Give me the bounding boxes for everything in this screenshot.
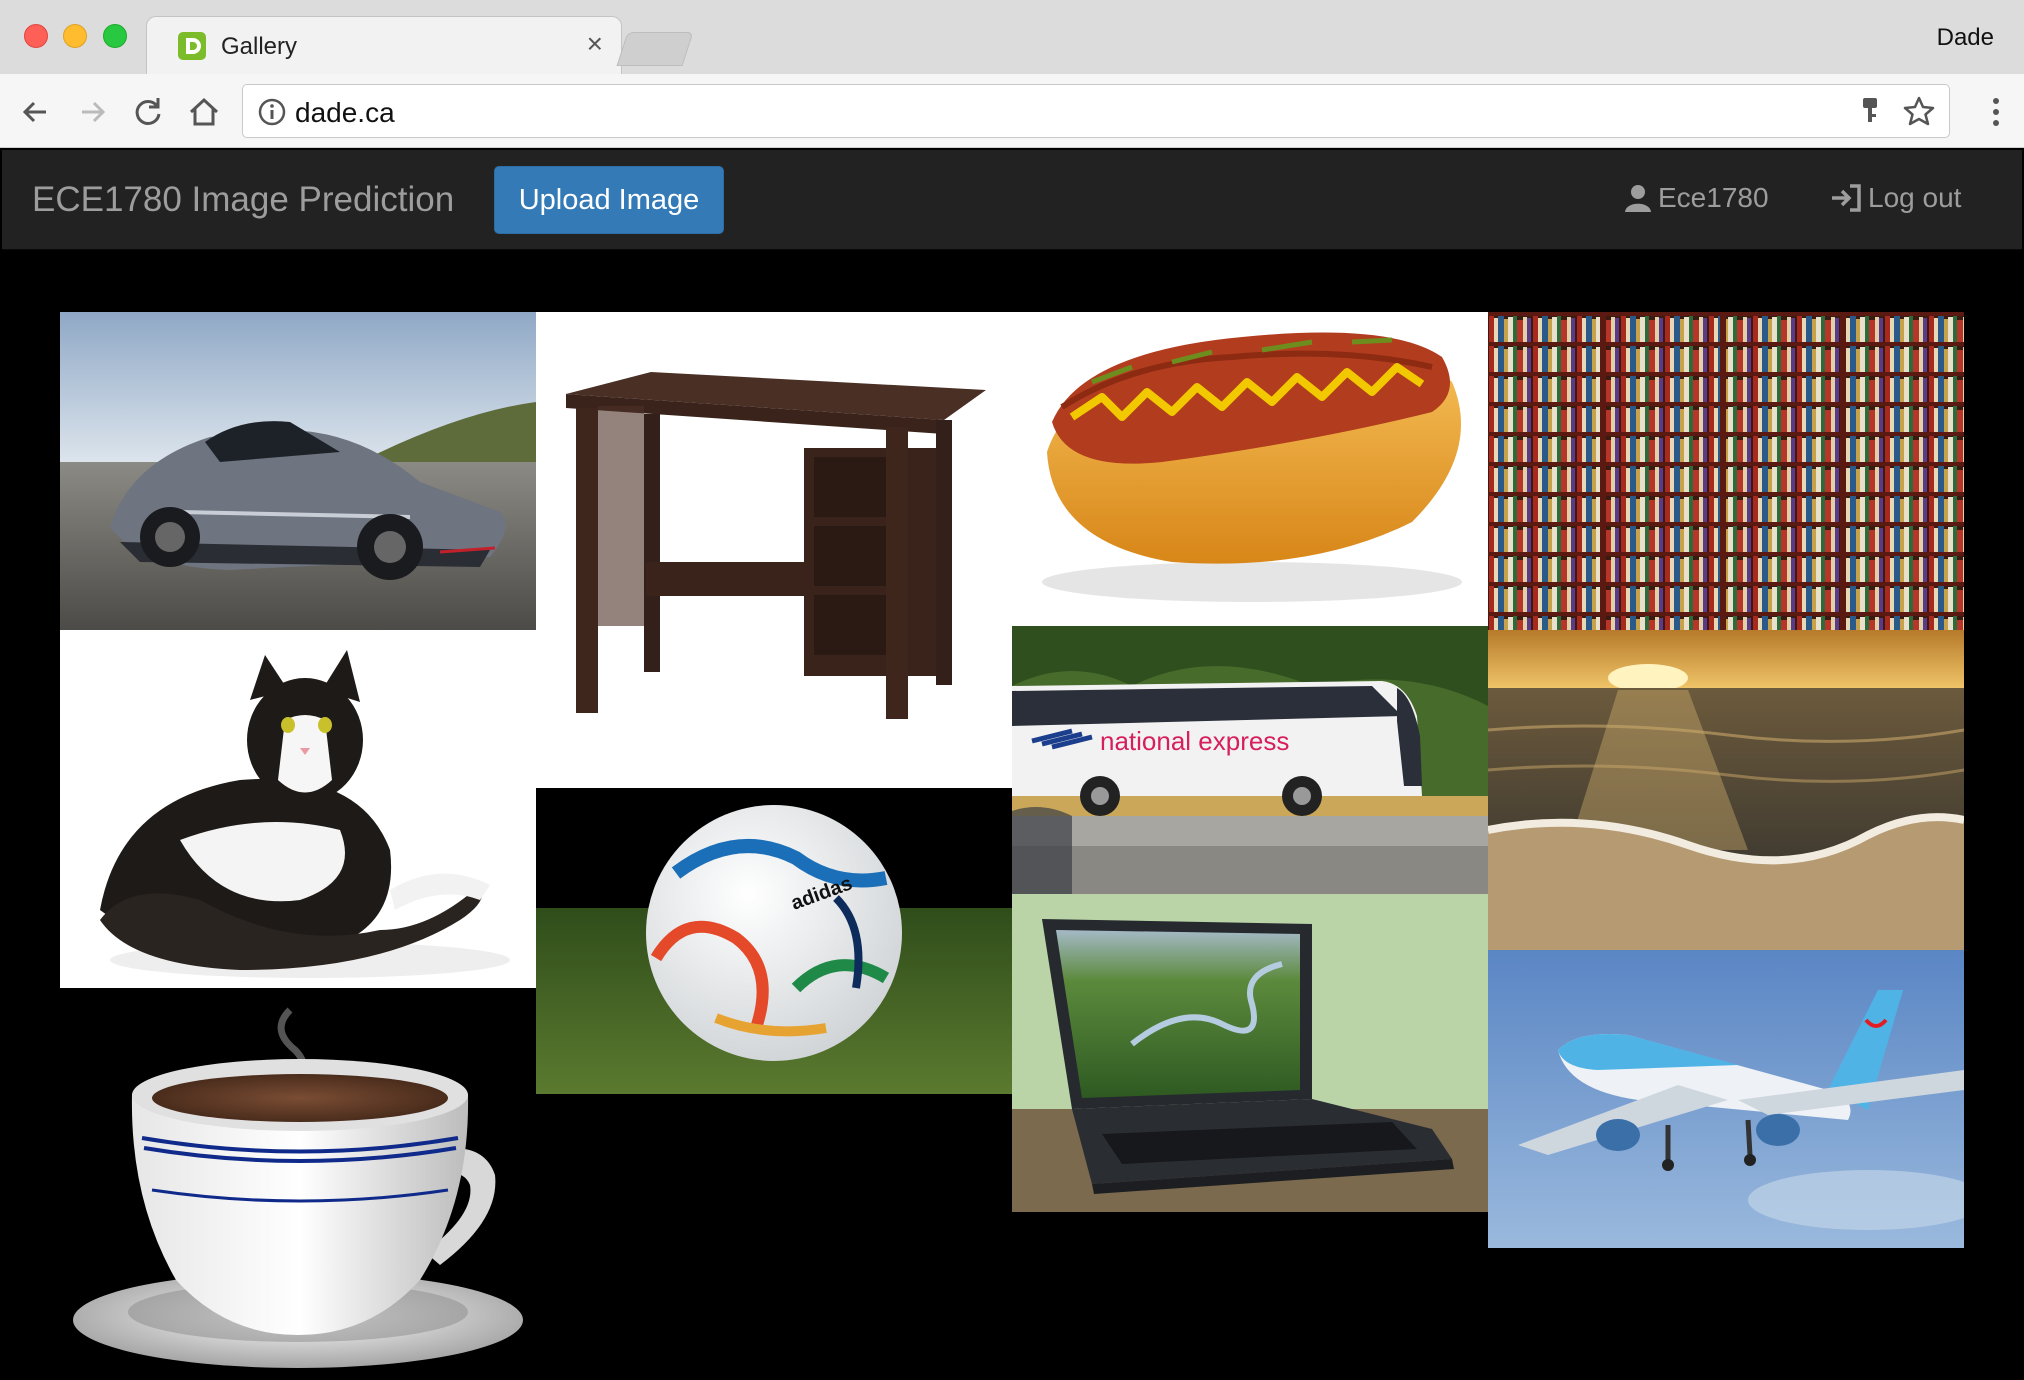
password-key-icon[interactable] [1855,96,1885,126]
address-bar[interactable]: dade.ca [242,84,1950,138]
user-icon [1625,185,1651,212]
gallery-image-beach-sunset[interactable] [1488,630,1964,950]
gallery-image-cat[interactable] [60,630,536,988]
new-tab-button[interactable] [616,32,694,66]
coffee-cup-image [60,990,536,1380]
home-icon[interactable] [184,92,224,132]
cat-image [60,630,536,988]
site-favicon-icon [178,32,206,60]
logout-link[interactable]: Log out [1830,182,1961,214]
browser-menu-icon[interactable] [1986,92,2006,132]
site-navbar: ECE1780 Image Prediction Upload Image Ec… [2,150,2022,250]
desk-image [536,312,1012,788]
nav-user-label: Ece1780 [1658,182,1769,213]
browser-toolbar: dade.ca [0,74,2024,148]
maximize-window-button[interactable] [103,24,127,48]
reload-icon[interactable] [128,92,168,132]
browser-tab-gallery[interactable]: Gallery × [146,16,622,76]
url-text: dade.ca [295,97,395,128]
gallery-image-laptop[interactable] [1012,894,1488,1212]
gallery-image-airplane[interactable] [1488,950,1964,1248]
tab-close-icon[interactable]: × [587,28,603,59]
gallery-image-desk[interactable] [536,312,1012,788]
gallery-image-bookshelf[interactable] [1488,312,1964,630]
airplane-image [1488,950,1964,1248]
bookmark-star-icon[interactable] [1903,95,1935,127]
tab-title: Gallery [221,33,298,60]
log-out-icon [1832,184,1861,212]
gallery-image-bus[interactable]: national express [1012,626,1488,894]
gallery-image-coffee-cup[interactable] [60,990,536,1380]
upload-image-button[interactable]: Upload Image [494,166,724,234]
hot-dog-image [1012,312,1488,626]
close-window-button[interactable] [24,24,48,48]
nav-user-link[interactable]: Ece1780 [1624,182,1769,214]
sports-car-image [60,312,536,630]
forward-arrow-icon[interactable] [72,92,112,132]
logout-label: Log out [1868,182,1962,213]
soccer-ball-image: adidas [536,788,1012,1094]
gallery-image-sports-car[interactable] [60,312,536,630]
bus-image: national express [1012,626,1488,894]
profile-name[interactable]: Dade [1937,24,1994,52]
back-arrow-icon[interactable] [16,92,56,132]
gallery-image-soccer-ball[interactable]: adidas [536,788,1012,1094]
browser-titlebar: Gallery × Dade [0,0,2024,76]
minimize-window-button[interactable] [63,24,87,48]
site-brand[interactable]: ECE1780 Image Prediction [32,180,454,220]
laptop-image [1012,894,1488,1212]
beach-sunset-image [1488,630,1964,950]
bus-livery-text: national express [1100,726,1289,756]
gallery-image-hot-dog[interactable] [1012,312,1488,626]
site-info-icon[interactable] [257,97,287,127]
bookshelf-image [1488,312,1964,630]
